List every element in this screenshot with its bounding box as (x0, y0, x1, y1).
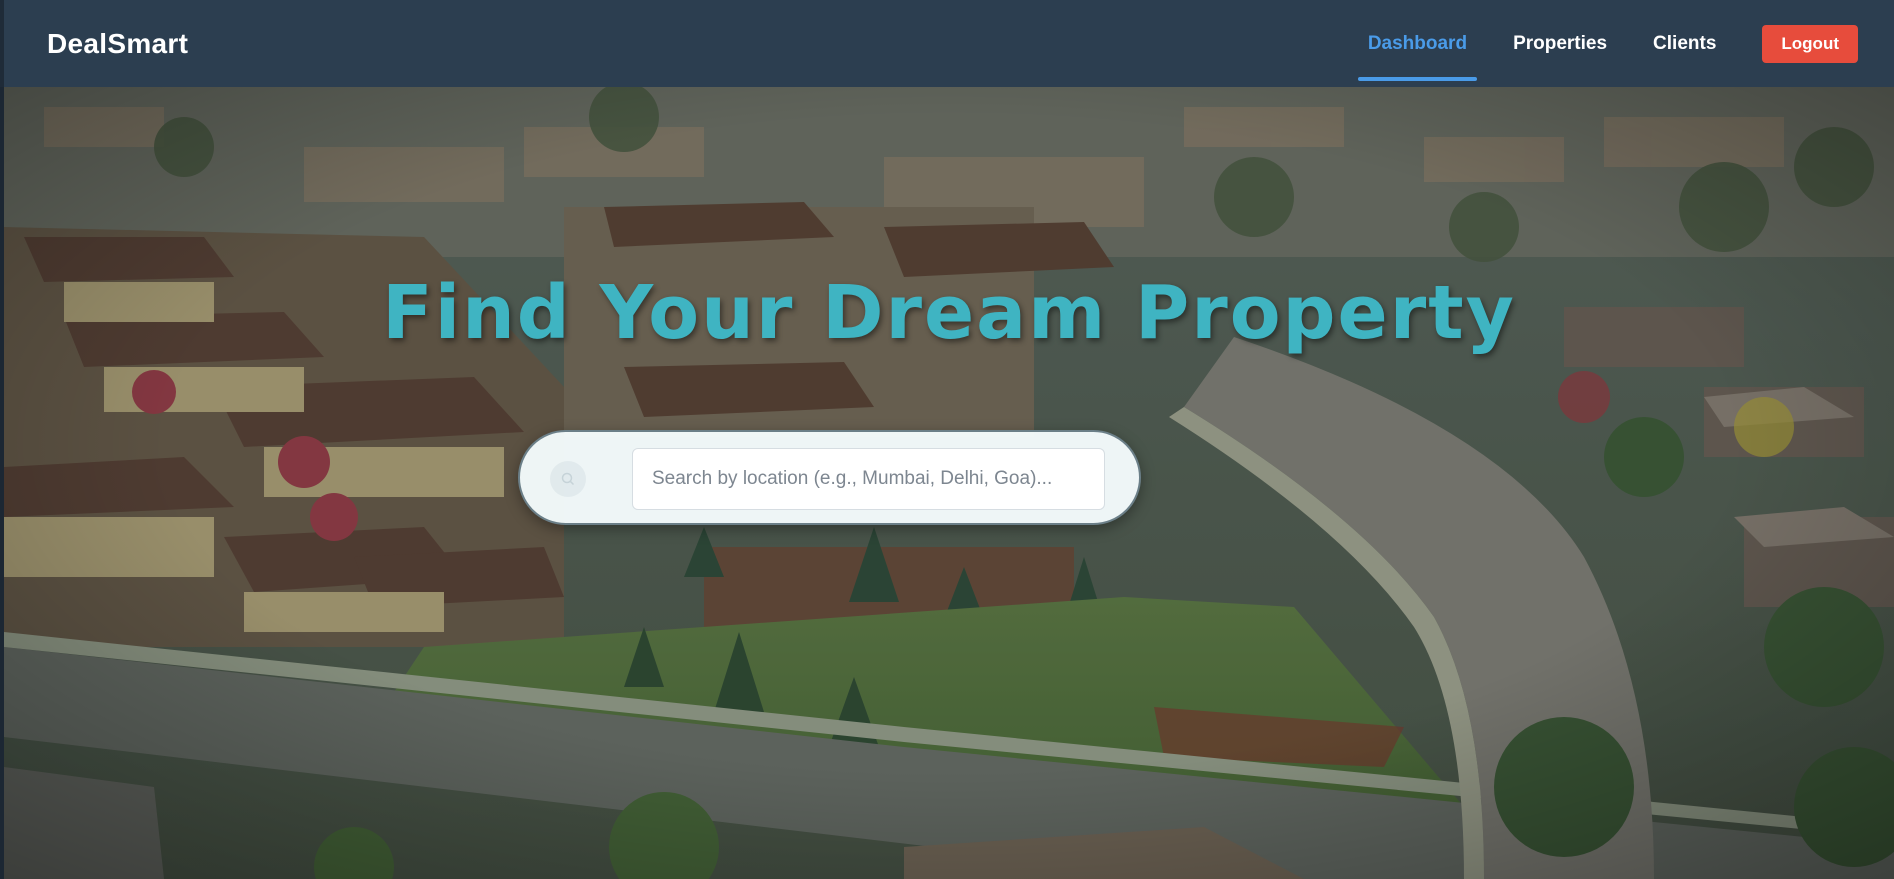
nav-clients-link[interactable]: Clients (1643, 0, 1726, 87)
hero-section: Find Your Dream Property (0, 87, 1894, 879)
search-container (518, 430, 1141, 525)
search-icon[interactable] (550, 461, 586, 497)
logout-button[interactable]: Logout (1762, 24, 1858, 63)
brand-logo[interactable]: DealSmart (47, 28, 188, 60)
nav-links: Dashboard Properties Clients Logout (1357, 0, 1858, 87)
nav-properties-link[interactable]: Properties (1503, 0, 1617, 87)
top-navbar: DealSmart Dashboard Properties Clients L… (0, 0, 1894, 87)
hero-title: Find Your Dream Property (382, 270, 1516, 356)
nav-dashboard-link[interactable]: Dashboard (1357, 0, 1478, 87)
location-search-input[interactable] (632, 448, 1105, 510)
